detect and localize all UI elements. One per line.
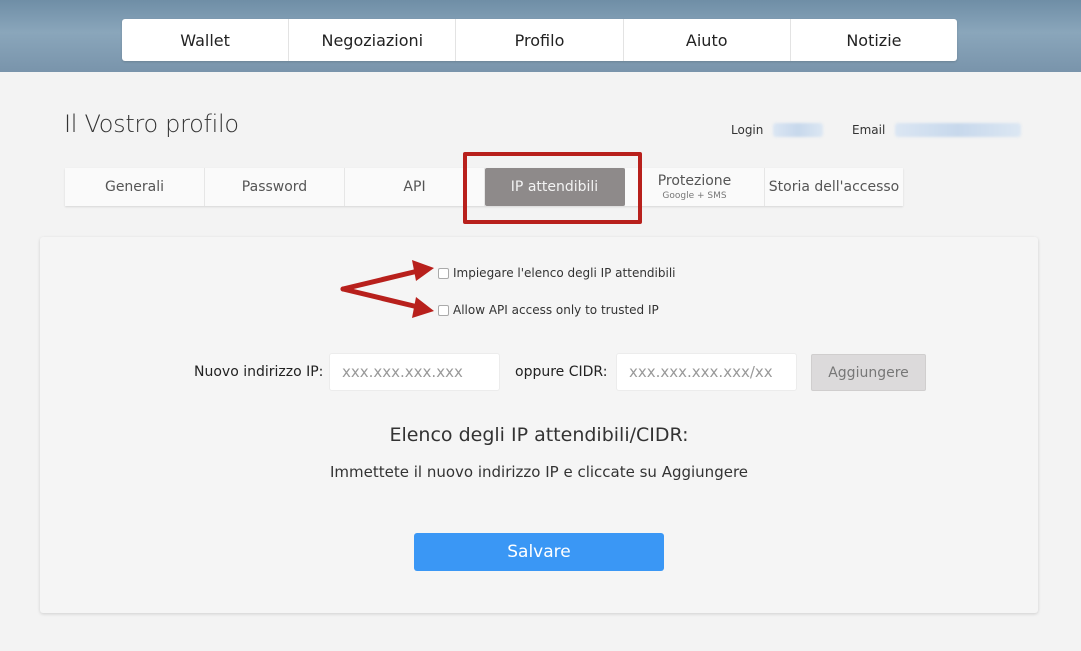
use-trusted-ip-checkbox[interactable] bbox=[438, 267, 449, 279]
new-ip-input[interactable] bbox=[329, 353, 500, 391]
api-only-trusted-checkbox[interactable] bbox=[438, 304, 449, 316]
nav-item-aiuto[interactable]: Aiuto bbox=[624, 19, 791, 61]
save-button[interactable]: Salvare bbox=[414, 533, 664, 571]
use-trusted-ip-label: Impiegare l'elenco degli IP attendibili bbox=[453, 266, 676, 280]
cidr-label: oppure CIDR: bbox=[515, 364, 608, 380]
tab-password[interactable]: Password bbox=[205, 168, 345, 206]
nav-item-negoziazioni[interactable]: Negoziazioni bbox=[289, 19, 457, 61]
nav-item-wallet[interactable]: Wallet bbox=[122, 19, 290, 61]
active-tab-pill: IP attendibili bbox=[484, 168, 625, 206]
use-trusted-ip-option[interactable]: Impiegare l'elenco degli IP attendibili bbox=[438, 266, 676, 280]
login-info: Login bbox=[731, 123, 824, 137]
top-banner: Wallet Negoziazioni Profilo Aiuto Notizi… bbox=[0, 0, 1081, 72]
tab-label: Generali bbox=[104, 179, 165, 195]
page-title: Il Vostro profilo bbox=[64, 110, 239, 138]
email-info: Email bbox=[852, 123, 1022, 137]
tab-generali[interactable]: Generali bbox=[65, 168, 205, 206]
tab-api[interactable]: API bbox=[345, 168, 485, 206]
main-navigation: Wallet Negoziazioni Profilo Aiuto Notizi… bbox=[122, 19, 957, 61]
tab-label: Protezione bbox=[657, 173, 732, 189]
trusted-ip-list-hint: Immettete il nuovo indirizzo IP e clicca… bbox=[329, 463, 749, 481]
api-only-trusted-option[interactable]: Allow API access only to trusted IP bbox=[438, 303, 659, 317]
new-ip-label: Nuovo indirizzo IP: bbox=[194, 364, 324, 380]
tab-label: Password bbox=[241, 179, 308, 195]
email-label: Email bbox=[852, 123, 886, 137]
profile-tabs: Generali Password API IP attendibili Pro… bbox=[65, 168, 903, 206]
login-label: Login bbox=[731, 123, 764, 137]
tab-label: Storia dell'accesso bbox=[768, 179, 900, 195]
tab-label: API bbox=[403, 179, 426, 195]
tab-protezione[interactable]: Protezione Google + SMS bbox=[625, 168, 765, 206]
api-only-trusted-label: Allow API access only to trusted IP bbox=[453, 303, 659, 317]
login-value-redacted bbox=[773, 123, 824, 137]
trusted-ip-panel: Impiegare l'elenco degli IP attendibili … bbox=[40, 237, 1038, 613]
add-button[interactable]: Aggiungere bbox=[811, 354, 926, 391]
tab-label: IP attendibili bbox=[510, 179, 599, 195]
tab-sublabel: Google + SMS bbox=[662, 191, 727, 201]
cidr-input[interactable] bbox=[616, 353, 797, 391]
email-value-redacted bbox=[895, 123, 1022, 137]
tab-ip-attendibili[interactable]: IP attendibili bbox=[484, 168, 625, 206]
nav-item-notizie[interactable]: Notizie bbox=[791, 19, 957, 61]
tab-storia-accesso[interactable]: Storia dell'accesso bbox=[765, 168, 903, 206]
nav-item-profilo[interactable]: Profilo bbox=[456, 19, 624, 61]
trusted-ip-list-title: Elenco degli IP attendibili/CIDR: bbox=[389, 424, 689, 446]
